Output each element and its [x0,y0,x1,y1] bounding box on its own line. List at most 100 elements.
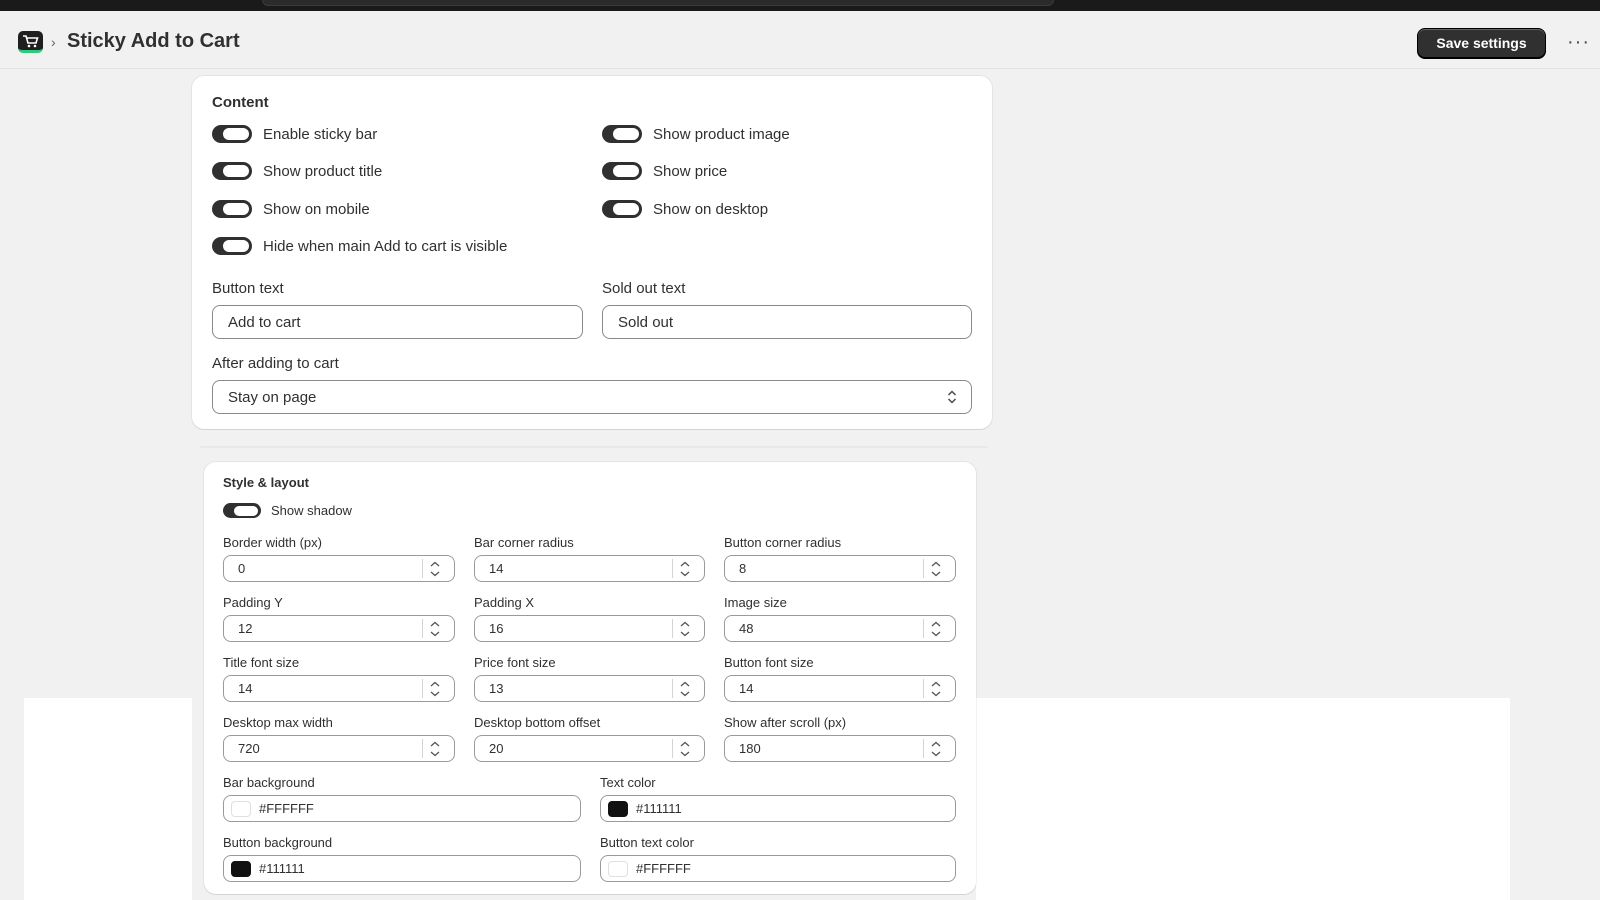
show-after-scroll-input[interactable]: 180 [724,735,956,762]
top-search-pill[interactable] [262,0,1054,6]
more-actions-icon[interactable]: ··· [1567,32,1590,52]
show-after-scroll-label: Show after scroll (px) [724,715,847,730]
toggle-show-product-image[interactable]: Show product image [602,125,790,143]
stepper-icon[interactable] [672,559,696,578]
button-text-color-label: Button text color [600,835,694,850]
input-value: Sold out [618,313,674,331]
toggle-show-on-desktop[interactable]: Show on desktop [602,200,768,218]
stepper-icon[interactable] [923,679,947,698]
input-value: 48 [739,621,754,636]
bar-background-label: Bar background [223,775,315,790]
sold-out-text-input[interactable]: Sold out [602,305,972,339]
button-corner-radius-label: Button corner radius [724,535,842,550]
input-value: 16 [489,621,504,636]
input-value: 720 [238,741,260,756]
bar-corner-radius-input[interactable]: 14 [474,555,705,582]
select-value: Stay on page [228,388,317,406]
select-chevron-icon [947,390,957,404]
toggle-label: Show product title [263,162,383,180]
stepper-icon[interactable] [422,739,446,758]
stepper-icon[interactable] [422,679,446,698]
toggle-switch[interactable] [212,200,252,218]
stepper-icon[interactable] [672,679,696,698]
toggle-label: Show on desktop [653,200,769,218]
stepper-icon[interactable] [923,619,947,638]
color-swatch[interactable] [608,800,628,817]
button-font-size-input[interactable]: 14 [724,675,956,702]
toggle-switch[interactable] [212,162,252,180]
content-section-title: Content [212,94,269,111]
toggle-show-shadow[interactable]: Show shadow [223,503,352,518]
page-title: Sticky Add to Cart [67,30,240,52]
toggle-enable-sticky-bar[interactable]: Enable sticky bar [212,125,377,143]
title-font-size-input[interactable]: 14 [223,675,455,702]
toggle-label: Show price [653,162,728,180]
toggle-hide-when-main-visible[interactable]: Hide when main Add to cart is visible [212,237,507,255]
input-value: 20 [489,741,504,756]
stepper-icon[interactable] [422,619,446,638]
toggle-switch[interactable] [212,125,252,143]
stepper-icon[interactable] [923,739,947,758]
input-value: 12 [238,621,253,636]
toggle-switch[interactable] [602,200,642,218]
input-value: 13 [489,681,504,696]
toggle-switch[interactable] [602,125,642,143]
padding-y-label: Padding Y [223,595,283,610]
desktop-max-width-input[interactable]: 720 [223,735,455,762]
section-divider [200,446,988,448]
content-card: Content Enable sticky bar Show product i… [192,76,992,429]
color-swatch[interactable] [231,860,251,877]
padding-x-input[interactable]: 16 [474,615,705,642]
style-section-title: Style & layout [223,475,309,490]
button-background-input[interactable]: #111111 [223,855,581,882]
button-text-label: Button text [212,280,284,297]
button-corner-radius-input[interactable]: 8 [724,555,956,582]
toggle-show-product-title[interactable]: Show product title [212,162,382,180]
stepper-icon[interactable] [923,559,947,578]
text-color-input[interactable]: #111111 [600,795,956,822]
lower-background-left [24,698,192,900]
stepper-icon[interactable] [422,559,446,578]
price-font-size-input[interactable]: 13 [474,675,705,702]
toggle-label: Enable sticky bar [263,125,378,143]
desktop-bottom-offset-label: Desktop bottom offset [474,715,601,730]
button-text-input[interactable]: Add to cart [212,305,583,339]
input-value: 14 [489,561,504,576]
color-swatch[interactable] [231,800,251,817]
input-value: #FFFFFF [259,801,314,816]
toggle-switch[interactable] [223,503,261,518]
color-swatch[interactable] [608,860,628,877]
bar-corner-radius-label: Bar corner radius [474,535,574,550]
toggle-label: Show product image [653,125,790,143]
image-size-input[interactable]: 48 [724,615,956,642]
border-width-label: Border width (px) [223,535,322,550]
toggle-show-price[interactable]: Show price [602,162,727,180]
toggle-show-on-mobile[interactable]: Show on mobile [212,200,370,218]
border-width-input[interactable]: 0 [223,555,455,582]
button-background-label: Button background [223,835,333,850]
price-font-size-label: Price font size [474,655,556,670]
toggle-switch[interactable] [212,237,252,255]
save-settings-button[interactable]: Save settings [1417,28,1546,58]
breadcrumb-chevron-icon: › [51,34,56,50]
toggle-label: Show shadow [271,503,352,518]
toggle-label: Hide when main Add to cart is visible [263,237,508,255]
stepper-icon[interactable] [672,619,696,638]
input-value: 8 [739,561,747,576]
button-font-size-label: Button font size [724,655,814,670]
lower-background-right [976,698,1510,900]
after-adding-select[interactable]: Stay on page [212,380,972,414]
input-value: Add to cart [228,313,301,331]
image-size-label: Image size [724,595,787,610]
shopping-cart-icon[interactable] [18,31,43,53]
style-layout-card: Style & layout Show shadow Border width … [204,462,976,894]
bar-background-input[interactable]: #FFFFFF [223,795,581,822]
toggle-switch[interactable] [602,162,642,180]
input-value: #FFFFFF [636,861,691,876]
padding-y-input[interactable]: 12 [223,615,455,642]
desktop-bottom-offset-input[interactable]: 20 [474,735,705,762]
stepper-icon[interactable] [672,739,696,758]
button-text-color-input[interactable]: #FFFFFF [600,855,956,882]
after-adding-label: After adding to cart [212,355,339,372]
input-value: 14 [238,681,253,696]
